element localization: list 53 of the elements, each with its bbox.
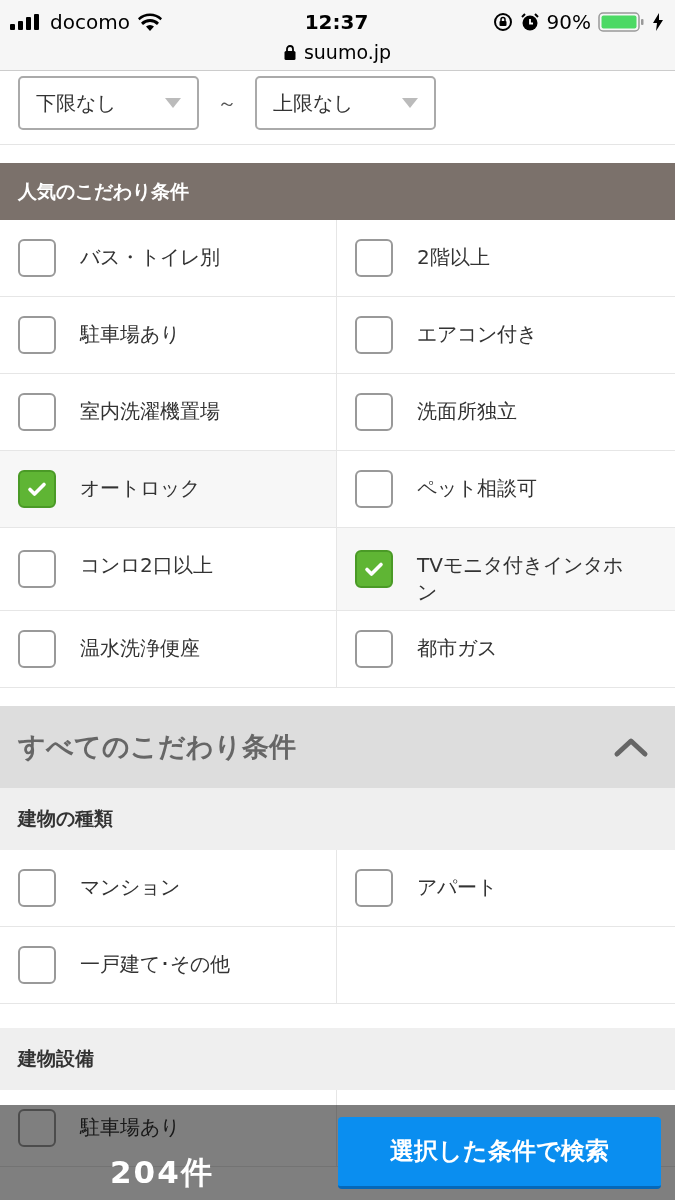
checkbox[interactable] [18,1109,56,1147]
section-header: 人気のこだわり条件 [0,163,675,220]
checkbox[interactable] [355,630,393,668]
checkbox[interactable] [18,550,56,588]
rotation-lock-icon [492,12,513,32]
group-header: 建物の種類 [0,788,675,850]
carrier-name: docomo [50,10,130,34]
result-count: 204件 [110,1153,214,1192]
dropdown-arrow-icon [165,98,181,108]
battery-percent: 90% [546,10,591,34]
option-label: 都市ガス [417,635,497,662]
checkbox[interactable] [355,550,393,588]
checkbox[interactable] [355,393,393,431]
checkbox[interactable] [18,393,56,431]
option-label: ペット相談可 [417,475,537,502]
checkbox[interactable] [355,869,393,907]
option-label: 室内洗濯機置場 [80,398,220,425]
checkbox[interactable] [18,630,56,668]
option-label: オートロック [80,475,200,502]
wifi-icon [137,13,162,31]
range-separator: ～ [217,89,237,117]
option-label: アパート [417,874,497,901]
dropdown-arrow-icon [402,98,418,108]
option-label: 洗面所独立 [417,398,517,425]
page-url: suumo.jp [303,41,392,63]
alarm-icon [519,12,540,32]
checkbox[interactable] [355,470,393,508]
accordion-header[interactable]: すべてのこだわり条件 [0,706,675,788]
option-label: コンロ2口以上 [80,552,213,579]
checkbox[interactable] [18,869,56,907]
option-label: 温水洗浄便座 [80,635,200,662]
max-price-dropdown[interactable]: 上限なし [255,76,436,130]
option-label: エアコン付き [417,321,537,348]
clock-time: 12:37 [304,10,369,34]
battery-icon [598,12,646,32]
option-label: バス・トイレ別 [80,244,220,271]
option-label: 駐車場あり [80,321,180,348]
checkbox[interactable] [18,316,56,354]
min-price-dropdown[interactable]: 下限なし [18,76,199,130]
checkbox[interactable] [18,239,56,277]
charging-icon [653,13,663,31]
group-header: 建物設備 [0,1028,675,1090]
signal-icon [10,14,42,30]
option-label: 2階以上 [417,244,490,271]
option-label: TVモニタ付きインタホン [417,552,624,606]
checkbox[interactable] [355,239,393,277]
checkbox[interactable] [355,316,393,354]
lock-icon [283,44,296,60]
checkbox[interactable] [18,946,56,984]
checkbox[interactable] [18,470,56,508]
option-label: 駐車場あり [80,1114,180,1141]
option-label: マンション [80,874,180,901]
option-label: 一戸建て･その他 [80,951,230,978]
